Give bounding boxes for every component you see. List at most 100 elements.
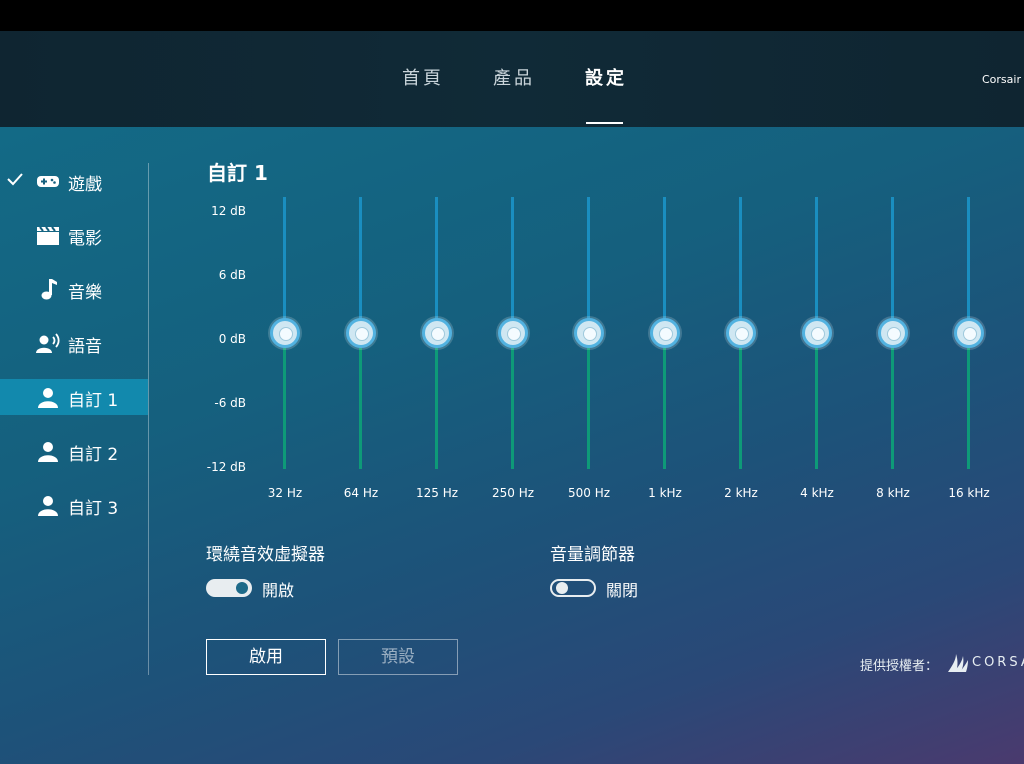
active-tab-underline [586,122,623,124]
eq-slider-knob[interactable] [498,318,528,348]
volume-leveler-state-label: 關閉 [606,581,639,600]
eq-band-16khz: 16 kHz [948,195,990,505]
sidebar-item-voice[interactable]: 語音 [0,325,148,361]
eq-frequency-label: 16 kHz [948,486,990,500]
eq-track-upper[interactable] [815,197,818,333]
corsair-sails-logo-icon [948,654,968,672]
db-label: -12 dB [206,460,246,474]
powered-by-label: 提供授權者： [860,659,939,674]
sidebar-item-music[interactable]: 音樂 [0,271,148,307]
eq-frequency-label: 32 Hz [267,486,303,500]
eq-frequency-label: 250 Hz [491,486,535,500]
gamepad-icon [37,176,59,187]
eq-track-lower[interactable] [663,333,666,469]
eq-band-125hz: 125 Hz [416,195,458,505]
sidebar-item-label: 電影 [68,229,102,249]
eq-frequency-label: 8 kHz [876,486,910,500]
sidebar-divider [148,163,149,675]
sidebar-item-label: 自訂 3 [68,499,119,519]
preset-title: 自訂 1 [207,161,268,185]
eq-track-lower[interactable] [511,333,514,469]
clapperboard-icon [37,226,59,245]
surround-virtualizer-toggle[interactable] [206,579,252,597]
eq-band-8khz: 8 kHz [873,195,913,505]
header: 首頁 產品 設定 Corsair H [0,31,1024,127]
surround-virtualizer-label: 環繞音效虛擬器 [206,545,325,565]
sidebar-item-custom-2[interactable]: 自訂 2 [0,433,148,469]
eq-frequency-label: 500 Hz [567,486,611,500]
eq-band-4khz: 4 kHz [797,195,837,505]
sidebar-item-gaming[interactable]: 遊戲 [0,163,148,199]
eq-track-upper[interactable] [739,197,742,333]
apply-button[interactable]: 啟用 [206,639,326,675]
top-nav: 首頁 產品 設定 Corsair H [0,31,1024,127]
sidebar-item-movie[interactable]: 電影 [0,217,148,253]
eq-track-lower[interactable] [891,333,894,469]
voice-icon [36,333,60,353]
sidebar-item-label: 自訂 2 [68,445,119,465]
eq-band-32hz: 32 Hz [265,195,305,505]
tab-home[interactable]: 首頁 [402,64,444,90]
surround-state-label: 開啟 [262,581,295,600]
sidebar-item-label: 音樂 [68,283,102,303]
eq-track-lower[interactable] [359,333,362,469]
volume-leveler-toggle[interactable] [550,579,596,597]
eq-frequency-label: 4 kHz [800,486,834,500]
eq-slider-knob[interactable] [270,318,300,348]
eq-track-lower[interactable] [739,333,742,469]
eq-band-1khz: 1 kHz [645,195,685,505]
eq-track-upper[interactable] [891,197,894,333]
tab-settings[interactable]: 設定 [585,64,627,90]
eq-slider-knob[interactable] [878,318,908,348]
user-icon [38,496,58,516]
checkmark-icon [7,173,23,186]
eq-track-upper[interactable] [967,197,970,333]
eq-slider-knob[interactable] [574,318,604,348]
eq-track-upper[interactable] [663,197,666,333]
corsair-brand-text: CORSAIR [972,655,1024,670]
toggle-knob [236,582,248,594]
db-label: 0 dB [218,332,246,346]
main-panel: 遊戲 電影 音樂 語音 自訂 1 自訂 2 自訂 3 自訂 1 12 dB 6 … [0,127,1024,764]
db-label: 12 dB [211,204,246,218]
eq-band-500hz: 500 Hz [568,195,610,505]
eq-band-64hz: 64 Hz [341,195,381,505]
eq-slider-knob[interactable] [650,318,680,348]
music-note-icon [41,279,57,300]
default-button[interactable]: 預設 [338,639,458,675]
eq-slider-knob[interactable] [802,318,832,348]
user-icon [38,388,58,408]
sidebar-item-label: 語音 [68,337,102,357]
eq-track-lower[interactable] [815,333,818,469]
volume-leveler-label: 音量調節器 [550,545,635,565]
eq-track-lower[interactable] [435,333,438,469]
eq-track-upper[interactable] [435,197,438,333]
eq-frequency-label: 2 kHz [724,486,758,500]
db-label: -6 dB [214,396,246,410]
sidebar-item-label: 自訂 1 [68,391,119,411]
toggle-knob [556,582,568,594]
eq-band-250hz: 250 Hz [492,195,534,505]
eq-band-2khz: 2 kHz [721,195,761,505]
eq-track-upper[interactable] [283,197,286,333]
tab-products[interactable]: 產品 [493,64,535,90]
window-top-strip [0,0,1024,31]
eq-track-lower[interactable] [283,333,286,469]
eq-slider-knob[interactable] [422,318,452,348]
eq-frequency-label: 64 Hz [343,486,379,500]
eq-track-upper[interactable] [359,197,362,333]
user-icon [38,442,58,462]
sidebar-item-custom-3[interactable]: 自訂 3 [0,487,148,523]
db-label: 6 dB [218,268,246,282]
eq-slider-knob[interactable] [726,318,756,348]
eq-slider-knob[interactable] [954,318,984,348]
eq-track-upper[interactable] [587,197,590,333]
eq-track-lower[interactable] [967,333,970,469]
eq-frequency-label: 1 kHz [648,486,682,500]
sidebar-item-custom-1[interactable]: 自訂 1 [0,379,148,415]
eq-track-lower[interactable] [587,333,590,469]
device-name[interactable]: Corsair H [982,73,1024,86]
eq-track-upper[interactable] [511,197,514,333]
eq-slider-knob[interactable] [346,318,376,348]
sidebar-item-label: 遊戲 [68,175,102,195]
